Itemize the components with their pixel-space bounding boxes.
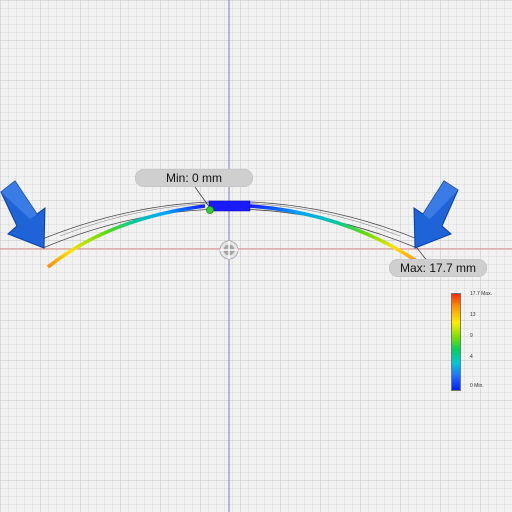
max-displacement-callout[interactable]: Max: 17.7 mm — [389, 259, 487, 277]
legend-label-min: 0 Min. — [470, 383, 484, 389]
color-legend[interactable]: 17.7 Max. 13 9 4 0 Min. — [448, 290, 498, 395]
canvas-viewport[interactable] — [0, 0, 512, 512]
legend-label: 4 — [470, 354, 473, 360]
legend-label-max: 17.7 Max. — [470, 291, 492, 297]
min-displacement-callout[interactable]: Min: 0 mm — [135, 169, 253, 187]
legend-color-bar — [451, 293, 461, 391]
legend-label: 13 — [470, 312, 476, 318]
min-marker[interactable] — [206, 206, 214, 214]
deformed-beam-center-block — [208, 200, 251, 212]
legend-label: 9 — [470, 333, 473, 339]
grid-background — [0, 0, 512, 512]
origin-marker-icon[interactable] — [219, 240, 239, 260]
